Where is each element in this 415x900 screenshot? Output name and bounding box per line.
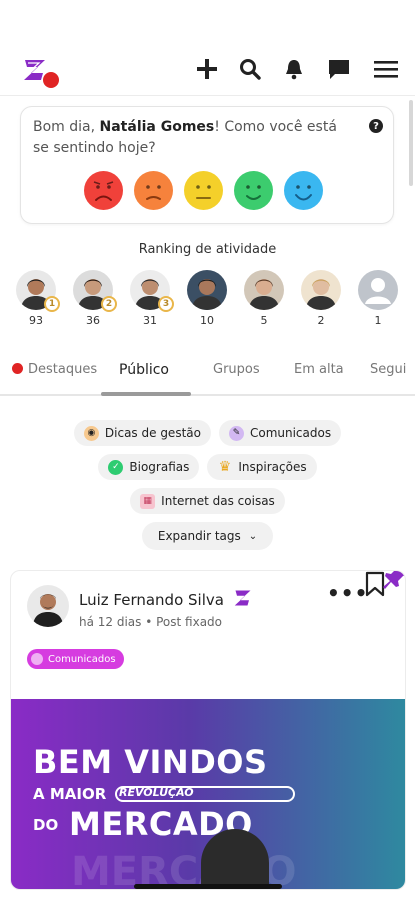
banner-line-2b: REVOLUÇÃO <box>119 786 194 799</box>
mood-very-happy-button[interactable] <box>284 171 323 210</box>
tab-label: Em alta <box>294 362 344 377</box>
post-category-tag[interactable]: Comunicados <box>27 649 124 669</box>
activity-count: 36 <box>86 314 100 327</box>
bell-icon[interactable] <box>281 56 307 82</box>
ranking-list: 1 93 2 36 3 31 10 5 2 1 <box>14 270 404 332</box>
avatar <box>187 270 227 310</box>
activity-count: 2 <box>317 314 325 327</box>
tag-filters: ◉ Dicas de gestão ✎ Comunicados ✓ Biografia… <box>0 420 415 550</box>
tag-comunicados[interactable]: ✎ Comunicados <box>218 420 342 446</box>
megaphone-icon: ✎ <box>228 425 244 441</box>
rank-medal-icon: 2 <box>101 296 117 312</box>
ranking-item[interactable]: 1 <box>356 270 400 327</box>
post-tag-label: Comunicados <box>48 653 116 665</box>
greeting-prefix: Bom dia, <box>33 119 100 135</box>
ranking-title: Ranking de atividade <box>138 242 277 257</box>
post-card: Luiz Fernando Silva há 12 dias • Post fi… <box>10 570 406 890</box>
post-meta: há 12 dias • Post fixado <box>79 615 223 629</box>
author-avatar[interactable] <box>27 585 69 627</box>
expand-tags-label: Expandir tags <box>157 529 241 543</box>
ranking-item[interactable]: 5 <box>242 270 286 327</box>
rank-medal-icon: 1 <box>44 296 60 312</box>
tab-label: Público <box>119 362 169 378</box>
banner-line-2a: A MAIOR <box>33 785 107 803</box>
megaphone-icon <box>31 653 43 665</box>
activity-count: 31 <box>143 314 157 327</box>
tag-label: Comunicados <box>249 426 332 440</box>
feed-tabs: Destaques Público Grupos Em alta Segui <box>0 356 415 396</box>
activity-count: 1 <box>374 314 382 327</box>
app-screen: Bom dia, Natália Gomes! Como você está s… <box>0 0 415 900</box>
tab-seguindo[interactable]: Segui <box>370 362 406 377</box>
check-icon: ✓ <box>108 459 124 475</box>
mood-options <box>84 171 323 210</box>
mood-very-sad-button[interactable] <box>84 171 123 210</box>
search-icon[interactable] <box>237 56 263 82</box>
ranking-item[interactable]: 1 93 <box>14 270 60 327</box>
tag-dicas-de-gestao[interactable]: ◉ Dicas de gestão <box>73 420 211 446</box>
tab-publico[interactable]: Público <box>119 362 169 378</box>
ranking-item[interactable]: 2 36 <box>71 270 117 327</box>
tab-label: Destaques <box>28 362 98 377</box>
tab-label: Grupos <box>213 362 260 377</box>
tag-label: Biografias <box>129 460 190 474</box>
mood-card: Bom dia, Natália Gomes! Como você está s… <box>20 106 394 224</box>
calendar-icon: ▦ <box>140 493 156 509</box>
ranking-item[interactable]: 10 <box>185 270 229 327</box>
mood-sad-button[interactable] <box>134 171 173 210</box>
notification-dot <box>43 72 59 88</box>
tab-destaques[interactable]: Destaques <box>12 362 97 377</box>
tip-icon: ◉ <box>83 425 99 441</box>
tag-inspiracoes[interactable]: ♛ Inspirações <box>207 454 317 480</box>
post-banner-image[interactable]: MERCADO BEM VINDOS A MAIOR REVOLUÇÃO DO … <box>11 699 405 889</box>
mood-happy-button[interactable] <box>234 171 273 210</box>
tab-em-alta[interactable]: Em alta <box>294 362 344 377</box>
banner-line-1: BEM VINDOS <box>33 743 268 781</box>
mood-neutral-button[interactable] <box>184 171 223 210</box>
highlight-dot <box>12 363 23 374</box>
chevron-down-icon: ⌄ <box>248 530 258 542</box>
tab-label: Segui <box>370 362 407 377</box>
tag-label: Dicas de gestão <box>104 426 201 440</box>
banner-line-3a: DO <box>33 816 59 834</box>
home-indicator <box>134 884 282 889</box>
greeting-name: Natália Gomes <box>99 119 215 135</box>
ranking-item[interactable]: 3 31 <box>128 270 174 327</box>
help-icon[interactable]: ? <box>369 119 383 133</box>
add-icon[interactable] <box>194 56 220 82</box>
tag-biografias[interactable]: ✓ Biografias <box>98 454 200 480</box>
verified-badge-icon <box>234 590 251 606</box>
banner-person-image <box>201 829 269 889</box>
active-tab-indicator <box>101 392 191 396</box>
greeting-text: Bom dia, Natália Gomes! Como você está s… <box>33 117 353 159</box>
pin-icon <box>383 571 405 589</box>
author-name[interactable]: Luiz Fernando Silva <box>79 591 224 609</box>
activity-count: 10 <box>200 314 214 327</box>
tag-internet-das-coisas[interactable]: ▦ Internet das coisas <box>130 488 285 514</box>
scrollbar[interactable] <box>409 100 413 186</box>
avatar <box>244 270 284 310</box>
tag-label: Internet das coisas <box>161 494 275 508</box>
avatar <box>301 270 341 310</box>
expand-tags-button[interactable]: Expandir tags ⌄ <box>141 522 274 550</box>
ranking-item[interactable]: 2 <box>299 270 343 327</box>
activity-count: 93 <box>29 314 43 327</box>
rank-medal-icon: 3 <box>158 296 174 312</box>
menu-icon[interactable] <box>373 56 399 82</box>
chat-icon[interactable] <box>326 56 352 82</box>
avatar <box>358 270 398 310</box>
activity-count: 5 <box>260 314 268 327</box>
tab-grupos[interactable]: Grupos <box>213 362 260 377</box>
top-bar <box>0 42 415 96</box>
tag-label: Inspirações <box>238 460 307 474</box>
trophy-icon: ♛ <box>218 459 232 475</box>
